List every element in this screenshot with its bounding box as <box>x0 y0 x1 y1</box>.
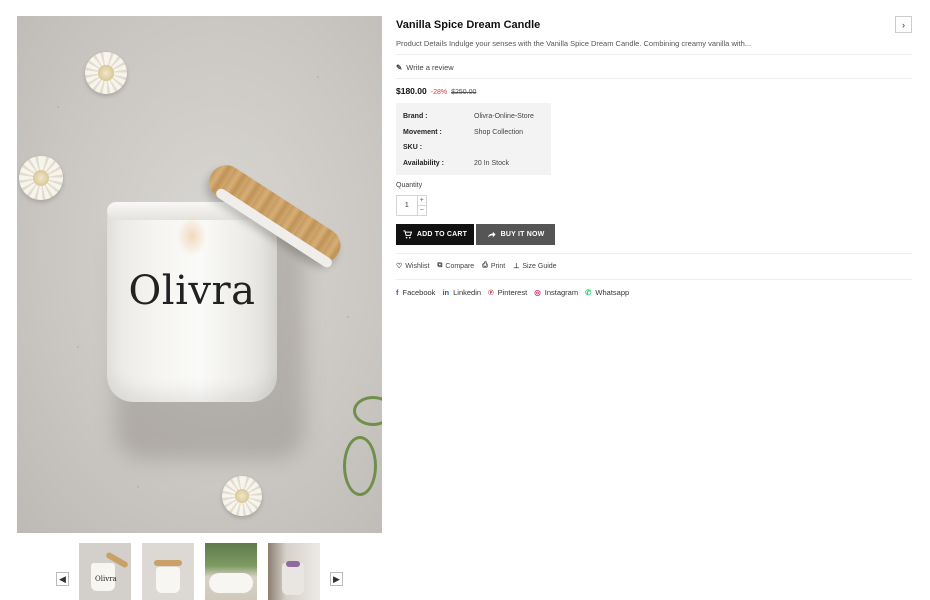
compare-icon: ⧉ <box>437 262 443 269</box>
instagram-label: Instagram <box>544 288 579 297</box>
product-specs: Brand : Olivra-Online-Store Movement : S… <box>396 103 551 175</box>
add-to-cart-label: ADD TO CART <box>416 231 468 238</box>
old-price: $250.00 <box>451 89 477 96</box>
discount-badge: -28% <box>430 89 448 96</box>
divider <box>396 253 912 254</box>
spec-value: Olivra-Online-Store <box>474 113 534 121</box>
pinterest-icon: ℗ <box>488 288 494 297</box>
thumb-next-button[interactable]: ▶ <box>330 572 343 586</box>
spec-value: Shop Collection <box>474 128 524 136</box>
thumbnail-4[interactable] <box>268 543 320 600</box>
spec-row-availability: Availability : 20 In Stock <box>403 156 544 172</box>
share-instagram[interactable]: ◎ Instagram <box>534 288 578 297</box>
spec-key: Movement : <box>403 128 442 136</box>
facebook-label: Facebook <box>402 288 436 297</box>
social-share: f Facebook in Linkedin ℗ Pinterest ◎ Ins… <box>396 288 629 297</box>
jar-brand-logo: Olivra <box>128 268 256 314</box>
green-ribbon-image <box>353 396 382 426</box>
thumb-prev-button[interactable]: ◀ <box>56 572 69 586</box>
current-price: $180.00 <box>396 86 427 96</box>
next-product-button[interactable]: › <box>895 16 912 33</box>
print-label: Print <box>490 262 506 270</box>
print-link[interactable]: ⎙ Print <box>482 262 505 270</box>
printer-icon: ⎙ <box>482 262 488 269</box>
write-review-link[interactable]: ✎ Write a review <box>396 63 454 72</box>
share-linkedin[interactable]: in Linkedin <box>442 288 481 297</box>
review-label: Write a review <box>406 63 454 72</box>
dried-flower-image <box>85 52 127 94</box>
chevron-right-icon: › <box>902 19 905 30</box>
heart-icon: ♡ <box>396 263 403 270</box>
product-description: Product Details Indulge your senses with… <box>396 39 752 48</box>
quantity-decrease-button[interactable]: − <box>417 205 426 215</box>
size-guide-link[interactable]: ⊥ Size Guide <box>513 262 557 271</box>
divider <box>396 279 912 280</box>
divider <box>396 54 912 55</box>
thumbnail-2[interactable] <box>142 543 194 600</box>
linkedin-icon: in <box>442 288 450 297</box>
product-actions: ♡ Wishlist ⧉ Compare ⎙ Print ⊥ Size Guid… <box>396 262 557 270</box>
compare-label: Compare <box>445 262 475 270</box>
share-pinterest[interactable]: ℗ Pinterest <box>488 288 527 297</box>
buy-now-label: BUY IT NOW <box>500 231 545 238</box>
buy-now-button[interactable]: BUY IT NOW <box>476 224 555 245</box>
dried-flower-image <box>19 156 63 200</box>
spec-row-brand: Brand : Olivra-Online-Store <box>403 109 544 125</box>
thumbnail-logo: Olivra <box>95 575 117 583</box>
pinterest-label: Pinterest <box>497 288 528 297</box>
spec-key: Availability : <box>403 159 444 167</box>
wishlist-link[interactable]: ♡ Wishlist <box>396 262 430 271</box>
quantity-stepper: 1 + − <box>396 195 427 216</box>
spec-value: 20 In Stock <box>474 159 510 167</box>
quantity-input[interactable]: 1 <box>397 196 417 215</box>
spec-key: Brand : <box>403 113 428 121</box>
spec-key: SKU : <box>403 144 423 152</box>
product-title: Vanilla Spice Dream Candle <box>396 19 541 31</box>
whatsapp-icon: ✆ <box>585 288 592 297</box>
wishlist-label: Wishlist <box>405 262 430 270</box>
compare-link[interactable]: ⧉ Compare <box>437 262 474 270</box>
share-whatsapp[interactable]: ✆ Whatsapp <box>585 288 629 297</box>
cart-icon <box>403 230 412 239</box>
add-to-cart-button[interactable]: ADD TO CART <box>396 224 474 245</box>
divider <box>396 78 912 79</box>
main-product-image[interactable]: Olivra <box>17 16 382 533</box>
green-ribbon-image <box>343 436 377 496</box>
thumbnail-3[interactable] <box>205 543 257 600</box>
ruler-icon: ⊥ <box>513 263 520 270</box>
size-guide-label: Size Guide <box>522 262 557 270</box>
linkedin-label: Linkedin <box>453 288 482 297</box>
share-facebook[interactable]: f Facebook <box>396 288 435 297</box>
spec-row-movement: Movement : Shop Collection <box>403 125 544 141</box>
price-row: $180.00 -28% $250.00 <box>396 86 476 96</box>
quantity-label: Quantity <box>396 182 423 189</box>
facebook-icon: f <box>396 288 399 297</box>
thumbnail-1[interactable]: Olivra <box>79 543 131 600</box>
quantity-increase-button[interactable]: + <box>418 196 426 205</box>
pencil-icon: ✎ <box>396 63 403 72</box>
instagram-icon: ◎ <box>534 288 541 297</box>
spec-row-sku: SKU : <box>403 140 544 156</box>
whatsapp-label: Whatsapp <box>595 288 630 297</box>
share-arrow-icon <box>487 231 496 238</box>
dried-flower-image <box>222 476 262 516</box>
